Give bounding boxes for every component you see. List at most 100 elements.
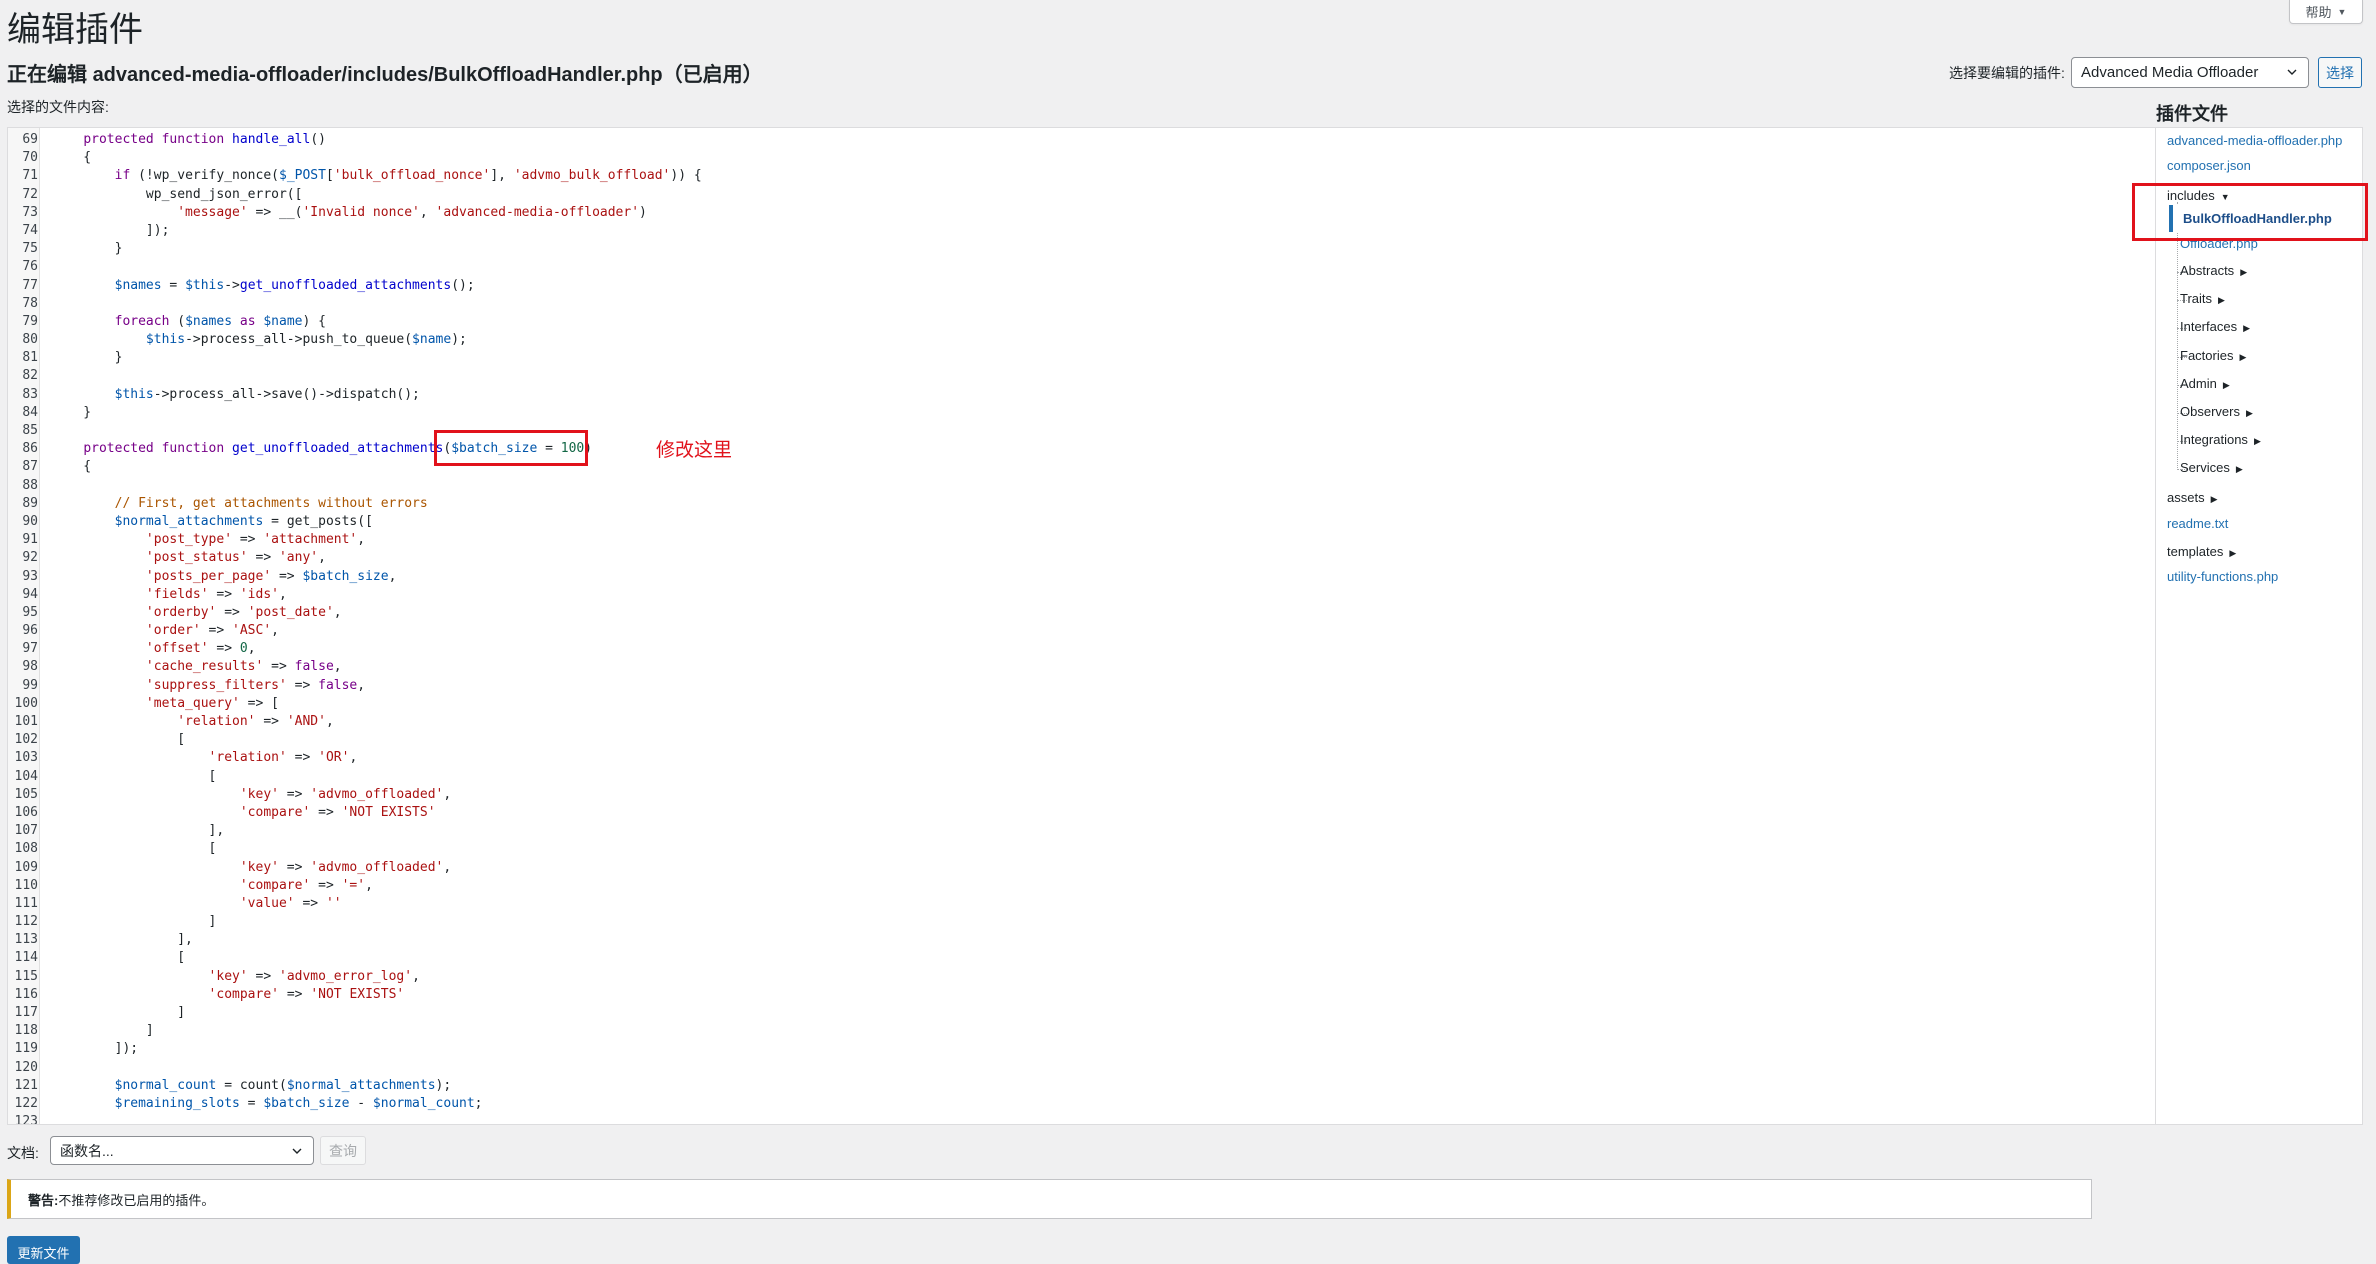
code-line[interactable]: 101 'relation' => 'AND', bbox=[8, 713, 2155, 731]
tree-file-composer[interactable]: composer.json bbox=[2167, 158, 2251, 173]
plugin-select[interactable]: Advanced Media Offloader bbox=[2071, 57, 2309, 88]
code-line[interactable]: 86 protected function get_unoffloaded_at… bbox=[8, 440, 2155, 458]
code-line[interactable]: 80 $this->process_all->push_to_queue($na… bbox=[8, 331, 2155, 349]
code-line[interactable]: 105 'key' => 'advmo_offloaded', bbox=[8, 786, 2155, 804]
code-line[interactable]: 119 ]); bbox=[8, 1040, 2155, 1058]
line-number: 114 bbox=[14, 950, 38, 966]
tree-folder-factories[interactable]: Factories ▶ bbox=[2180, 348, 2246, 363]
tree-folder-abstracts[interactable]: Abstracts ▶ bbox=[2180, 263, 2247, 278]
tree-folder-observers[interactable]: Observers ▶ bbox=[2180, 404, 2253, 419]
code-line[interactable]: 102 [ bbox=[8, 731, 2155, 749]
warning-notice: 警告: 不推荐修改已启用的插件。 bbox=[7, 1179, 2092, 1219]
code-line[interactable]: 115 'key' => 'advmo_error_log', bbox=[8, 968, 2155, 986]
code-line[interactable]: 94 'fields' => 'ids', bbox=[8, 586, 2155, 604]
code-text: } bbox=[52, 350, 123, 366]
select-plugin-button[interactable]: 选择 bbox=[2318, 57, 2362, 88]
code-line[interactable]: 70 { bbox=[8, 149, 2155, 167]
code-line[interactable]: 112 ] bbox=[8, 913, 2155, 931]
tree-file-utility[interactable]: utility-functions.php bbox=[2167, 569, 2278, 584]
code-editor[interactable]: 69 protected function handle_all() 70 {71… bbox=[7, 127, 2156, 1125]
code-line[interactable]: 69 protected function handle_all() bbox=[8, 131, 2155, 149]
code-line[interactable]: 97 'offset' => 0, bbox=[8, 640, 2155, 658]
code-line[interactable]: 121 $normal_count = count($normal_attach… bbox=[8, 1077, 2155, 1095]
tree-folder-integrations[interactable]: Integrations ▶ bbox=[2180, 432, 2261, 447]
code-line[interactable]: 71 if (!wp_verify_nonce($_POST['bulk_off… bbox=[8, 167, 2155, 185]
code-line[interactable]: 110 'compare' => '=', bbox=[8, 877, 2155, 895]
editing-file-heading: 正在编辑 advanced-media-offloader/includes/B… bbox=[7, 58, 763, 87]
code-text: 'key' => 'advmo_error_log', bbox=[208, 968, 420, 984]
tree-folder-label: Interfaces bbox=[2180, 319, 2238, 335]
code-line[interactable]: 120 bbox=[8, 1059, 2155, 1077]
code-line[interactable]: 93 'posts_per_page' => $batch_size, bbox=[8, 568, 2155, 586]
code-line[interactable]: 87 { bbox=[8, 458, 2155, 476]
tree-folder-services[interactable]: Services ▶ bbox=[2180, 460, 2243, 475]
code-line[interactable]: 106 'compare' => 'NOT EXISTS' bbox=[8, 804, 2155, 822]
tree-folder-templates[interactable]: templates ▶ bbox=[2167, 544, 2236, 559]
code-line[interactable]: 122 $remaining_slots = $batch_size - $no… bbox=[8, 1095, 2155, 1113]
code-line[interactable]: 92 'post_status' => 'any', bbox=[8, 549, 2155, 567]
code-line[interactable]: 108 [ bbox=[8, 840, 2155, 858]
code-text: 'compare' => 'NOT EXISTS' bbox=[239, 804, 436, 820]
code-line[interactable]: 113 ], bbox=[8, 931, 2155, 949]
code-text: ] bbox=[52, 1023, 154, 1039]
line-number: 89 bbox=[22, 495, 38, 511]
tree-folder-interfaces[interactable]: Interfaces ▶ bbox=[2180, 319, 2250, 334]
code-text: ] bbox=[52, 1005, 186, 1020]
code-line[interactable]: 90 $normal_attachments = get_posts([ bbox=[8, 513, 2155, 531]
code-line[interactable]: 95 'orderby' => 'post_date', bbox=[8, 604, 2155, 622]
code-line[interactable]: 83 $this->process_all->save()->dispatch(… bbox=[8, 386, 2155, 404]
code-line[interactable]: 72 wp_send_json_error([ bbox=[8, 186, 2155, 204]
code-line[interactable]: 82 bbox=[8, 367, 2155, 385]
chevron-down-icon bbox=[292, 1148, 302, 1154]
code-line[interactable]: 81 } bbox=[8, 349, 2155, 367]
tree-file-readme[interactable]: readme.txt bbox=[2167, 516, 2228, 531]
code-line[interactable]: 104 [ bbox=[8, 768, 2155, 786]
code-line[interactable]: 78 bbox=[8, 295, 2155, 313]
caret-right-icon: ▶ bbox=[2243, 323, 2251, 334]
code-line[interactable]: 111 'value' => '' bbox=[8, 895, 2155, 913]
help-tab[interactable]: 帮助 ▼ bbox=[2289, 0, 2363, 24]
chevron-down-icon bbox=[2287, 69, 2297, 75]
code-line[interactable]: 77 $names = $this->get_unoffloaded_attac… bbox=[8, 277, 2155, 295]
code-line[interactable]: 100 'meta_query' => [ bbox=[8, 695, 2155, 713]
code-line[interactable]: 117 ] bbox=[8, 1004, 2155, 1022]
code-line[interactable]: 118 ] bbox=[8, 1022, 2155, 1040]
code-line[interactable]: 107 ], bbox=[8, 822, 2155, 840]
code-line[interactable]: 99 'suppress_filters' => false, bbox=[8, 677, 2155, 695]
tree-file-main[interactable]: advanced-media-offloader.php bbox=[2167, 133, 2342, 148]
code-line[interactable]: 96 'order' => 'ASC', bbox=[8, 622, 2155, 640]
code-text: { bbox=[52, 150, 92, 166]
code-line[interactable]: 74 ]); bbox=[8, 222, 2155, 240]
code-line[interactable]: 73 'message' => __('Invalid nonce', 'adv… bbox=[8, 204, 2155, 222]
tree-folder-assets[interactable]: assets ▶ bbox=[2167, 490, 2218, 505]
code-line[interactable]: 76 bbox=[8, 258, 2155, 276]
code-line[interactable]: 116 'compare' => 'NOT EXISTS' bbox=[8, 986, 2155, 1004]
editing-file-path: advanced-media-offloader/includes/BulkOf… bbox=[92, 64, 663, 86]
code-line[interactable]: 103 'relation' => 'OR', bbox=[8, 749, 2155, 767]
code-line[interactable]: 85 bbox=[8, 422, 2155, 440]
line-number: 113 bbox=[14, 932, 38, 948]
lookup-button[interactable]: 查询 bbox=[320, 1136, 366, 1165]
code-line[interactable]: 89 // First, get attachments without err… bbox=[8, 495, 2155, 513]
update-file-button[interactable]: 更新文件 bbox=[7, 1236, 80, 1264]
tree-folder-admin[interactable]: Admin ▶ bbox=[2180, 376, 2230, 391]
line-number: 77 bbox=[22, 277, 38, 293]
code-line[interactable]: 91 'post_type' => 'attachment', bbox=[8, 531, 2155, 549]
code-text: 'fields' => 'ids', bbox=[145, 586, 287, 602]
code-line[interactable]: 79 foreach ($names as $name) { bbox=[8, 313, 2155, 331]
code-line[interactable]: 88 bbox=[8, 477, 2155, 495]
function-name-select[interactable]: 函数名... bbox=[50, 1136, 314, 1165]
code-line[interactable]: 84 } bbox=[8, 404, 2155, 422]
tree-folder-traits[interactable]: Traits ▶ bbox=[2180, 291, 2225, 306]
code-line[interactable]: 75 } bbox=[8, 240, 2155, 258]
code-text: [ bbox=[52, 841, 217, 857]
line-number: 84 bbox=[22, 404, 38, 420]
line-number: 117 bbox=[14, 1005, 38, 1020]
code-line[interactable]: 123 bbox=[8, 1113, 2155, 1124]
code-line[interactable]: 98 'cache_results' => false, bbox=[8, 658, 2155, 676]
code-line[interactable]: 114 [ bbox=[8, 949, 2155, 967]
code-line[interactable]: 109 'key' => 'advmo_offloaded', bbox=[8, 859, 2155, 877]
line-number: 83 bbox=[22, 386, 38, 402]
